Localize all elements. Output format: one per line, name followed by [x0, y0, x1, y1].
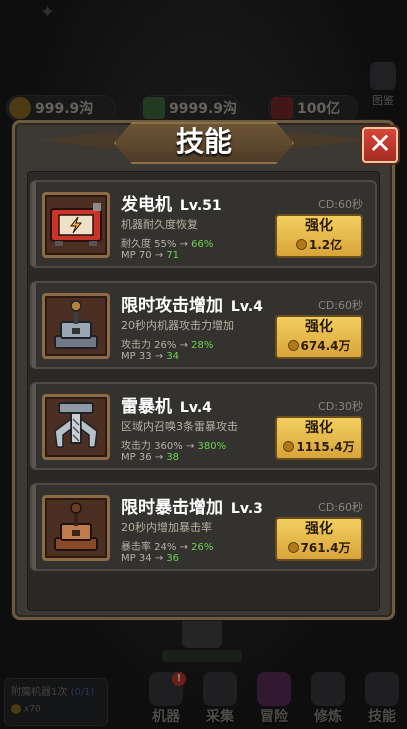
mp-current: MP 33 → [121, 351, 167, 362]
upgrade-cost: 761.4万 [277, 539, 361, 557]
coin-icon [283, 441, 295, 452]
upgrade-cost: 674.4万 [277, 337, 361, 355]
skill-cooldown: CD:60秒 [318, 198, 363, 211]
skill-card-crit-boost: 限时暴击增加 Lv.3 CD:60秒 20秒内增加暴击率 暴击率 24% → 2… [30, 483, 377, 571]
skill-description: 20秒内增加暴击率 [121, 521, 212, 534]
skill-cooldown: CD:60秒 [318, 501, 363, 514]
panel-title: 技能 [175, 125, 232, 158]
skill-title: 限时暴击增加 [121, 498, 223, 518]
mp-current: MP 34 → [121, 553, 167, 564]
skill-name: 限时暴击增加 Lv.3 [121, 493, 263, 518]
stat-next: 28% [191, 340, 214, 351]
skill-description: 机器耐久度恢复 [121, 218, 198, 231]
upgrade-cost: 1.2亿 [277, 236, 361, 254]
skill-name: 发电机 Lv.51 [121, 190, 222, 215]
skill-mp: MP 33 → 34 [121, 351, 179, 362]
coin-icon [287, 340, 299, 351]
attack-lever-icon [42, 293, 110, 359]
skill-name: 限时攻击增加 Lv.4 [121, 291, 263, 316]
skill-stat: 暴击率 24% → 26% [121, 538, 213, 553]
stat-next: 26% [191, 542, 214, 553]
stat-current: 耐久度 55% → [121, 239, 192, 250]
crit-lever-icon [42, 495, 110, 561]
upgrade-button[interactable]: 强化 1.2亿 [275, 214, 363, 258]
cost-value: 761.4万 [300, 541, 351, 555]
close-button[interactable]: ✕ [362, 127, 398, 163]
mp-next: 34 [166, 351, 180, 362]
skill-title: 限时攻击增加 [121, 296, 223, 316]
stat-current: 暴击率 24% → [121, 542, 192, 553]
mp-next: 71 [166, 250, 180, 261]
stat-current: 攻击力 360% → [121, 441, 198, 452]
generator-icon [42, 192, 110, 258]
skill-mp: MP 36 → 38 [121, 452, 179, 463]
skill-level: Lv.51 [179, 198, 222, 214]
card-strip [32, 182, 36, 266]
card-strip [32, 485, 36, 569]
coin-icon [295, 239, 307, 250]
cost-value: 1115.4万 [296, 440, 355, 454]
skill-description: 20秒内机器攻击力增加 [121, 319, 234, 332]
stat-current: 攻击力 26% → [121, 340, 192, 351]
skill-stat: 攻击力 26% → 28% [121, 336, 213, 351]
skill-stat: 攻击力 360% → 380% [121, 437, 226, 452]
skill-cooldown: CD:30秒 [318, 400, 363, 413]
skill-card-thunder: 雷暴机 Lv.4 CD:30秒 区域内召唤3条雷暴攻击 攻击力 360% → 3… [30, 382, 377, 470]
upgrade-button[interactable]: 强化 674.4万 [275, 315, 363, 359]
mp-current: MP 36 → [121, 452, 167, 463]
skill-card-attack-boost: 限时攻击增加 Lv.4 CD:60秒 20秒内机器攻击力增加 攻击力 26% →… [30, 281, 377, 369]
thunder-claw-icon [42, 394, 110, 460]
skill-stat: 耐久度 55% → 66% [121, 235, 213, 250]
skill-mp: MP 34 → 36 [121, 553, 179, 564]
upgrade-label: 强化 [305, 319, 333, 335]
cost-value: 1.2亿 [308, 238, 343, 252]
skill-title: 发电机 [121, 195, 172, 215]
coin-icon [287, 542, 299, 553]
mp-next: 38 [166, 452, 180, 463]
upgrade-button[interactable]: 强化 1115.4万 [275, 416, 363, 460]
card-strip [32, 384, 36, 468]
mp-current: MP 70 → [121, 250, 167, 261]
card-strip [32, 283, 36, 367]
skill-level: Lv.3 [230, 501, 263, 517]
upgrade-label: 强化 [305, 420, 333, 436]
skill-description: 区域内召唤3条雷暴攻击 [121, 420, 238, 433]
stat-next: 66% [191, 239, 214, 250]
skill-level: Lv.4 [230, 299, 263, 315]
upgrade-button[interactable]: 强化 761.4万 [275, 517, 363, 561]
cost-value: 674.4万 [300, 339, 351, 353]
upgrade-label: 强化 [305, 218, 333, 234]
skill-mp: MP 70 → 71 [121, 250, 179, 261]
mp-next: 36 [166, 553, 180, 564]
skill-level: Lv.4 [179, 400, 212, 416]
skill-cooldown: CD:60秒 [318, 299, 363, 312]
stat-next: 380% [197, 441, 227, 452]
skill-card-generator: 发电机 Lv.51 CD:60秒 机器耐久度恢复 耐久度 55% → 66% M… [30, 180, 377, 268]
upgrade-label: 强化 [305, 521, 333, 537]
upgrade-cost: 1115.4万 [277, 438, 361, 456]
skill-title: 雷暴机 [121, 397, 172, 417]
skill-name: 雷暴机 Lv.4 [121, 392, 212, 417]
